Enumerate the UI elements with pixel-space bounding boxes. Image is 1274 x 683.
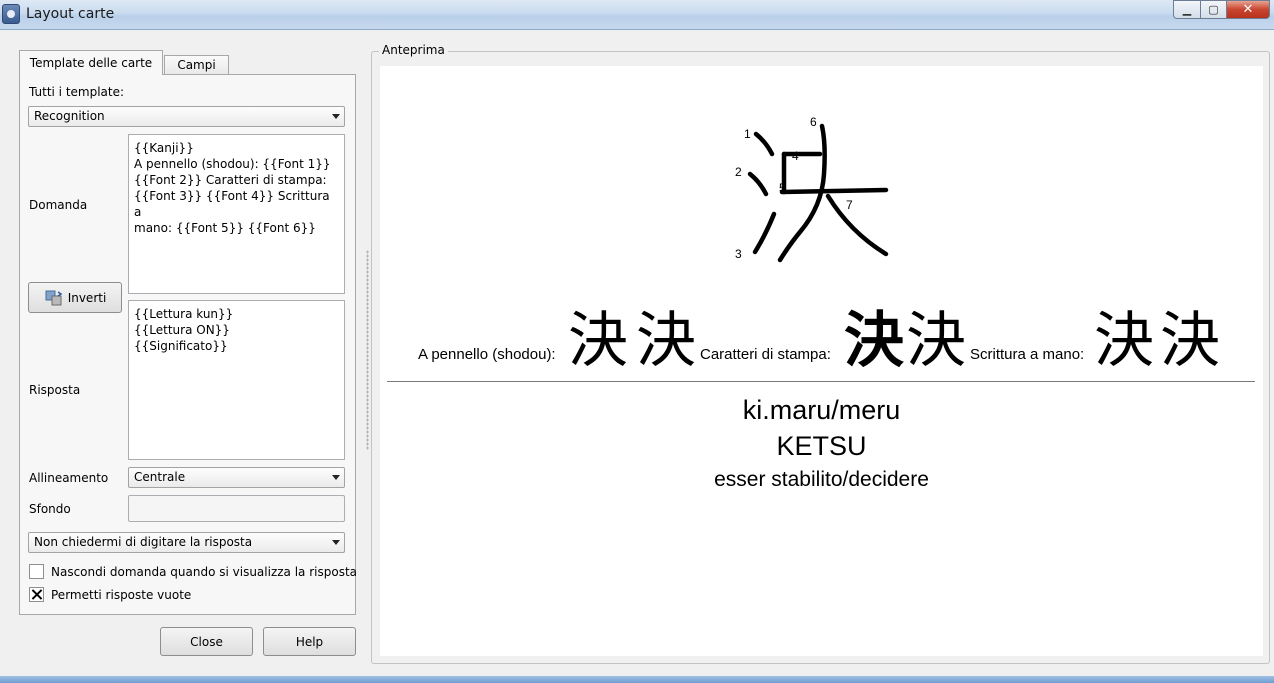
swap-icon <box>45 290 63 305</box>
template-select[interactable]: Recognition <box>28 106 345 127</box>
answer-template-textarea[interactable]: {{Lettura kun}} {{Lettura ON}} {{Signifi… <box>128 300 345 460</box>
chevron-down-icon <box>327 107 344 126</box>
minimize-icon: ▁ <box>1182 3 1192 16</box>
allow-empty-answers-label: Permetti risposte vuote <box>51 588 192 602</box>
alignment-select[interactable]: Centrale <box>128 467 345 488</box>
brush-label: A pennello (shodou): <box>418 346 556 363</box>
font-samples-row: A pennello (shodou): 決 決 Caratteri di st… <box>380 304 1263 376</box>
tab-fields[interactable]: Campi <box>164 55 229 74</box>
hand-kanji-2: 決 <box>1160 306 1220 376</box>
brush-kanji-2: 決 <box>636 306 696 376</box>
close-window-button[interactable]: ✕ <box>1226 0 1270 19</box>
taskbar-edge <box>0 676 1274 683</box>
app-icon <box>2 4 20 24</box>
title-bar: Layout carte ▁ ▢ ✕ <box>0 0 1274 30</box>
stroke-number: 4 <box>792 149 799 163</box>
stroke-number: 3 <box>735 247 742 261</box>
chevron-down-icon <box>327 468 344 487</box>
print-label: Caratteri di stampa: <box>700 346 831 363</box>
preview-group-title: Anteprima <box>379 43 448 57</box>
all-templates-label: Tutti i template: <box>29 85 125 99</box>
question-template-textarea[interactable]: {{Kanji}} A pennello (shodou): {{Font 1}… <box>128 134 345 294</box>
handwriting-label: Scrittura a mano: <box>970 346 1085 363</box>
stroke-number: 6 <box>810 115 817 129</box>
stroke-number: 2 <box>735 165 742 179</box>
window-title: Layout carte <box>26 6 115 22</box>
typing-answer-select[interactable]: Non chiedermi di digitare la risposta <box>28 532 345 553</box>
splitter-handle[interactable] <box>366 250 369 450</box>
maximize-icon: ▢ <box>1208 3 1219 16</box>
question-label: Domanda <box>29 198 88 212</box>
kun-reading: ki.maru/meru <box>742 395 901 425</box>
hide-question-label: Nascondi domanda quando si visualizza la… <box>51 565 358 579</box>
alignment-label: Allineamento <box>29 471 109 485</box>
window-controls: ▁ ▢ ✕ <box>1173 0 1270 19</box>
card-preview: 1 2 3 4 5 6 7 A pennello (shodou): 決 決 C… <box>380 66 1263 656</box>
on-reading: KETSU <box>776 431 867 461</box>
meaning: esser stabilito/decidere <box>714 468 929 491</box>
print-kanji-1: 決 <box>844 306 904 376</box>
stroke-number: 1 <box>744 127 751 141</box>
typing-answer-select-value: Non chiedermi di digitare la risposta <box>34 535 253 549</box>
tab-card-templates[interactable]: Template delle carte <box>19 50 163 75</box>
alignment-select-value: Centrale <box>134 470 186 484</box>
print-kanji-2: 決 <box>906 306 966 376</box>
close-icon: ✕ <box>1242 2 1254 17</box>
background-input[interactable] <box>128 495 345 522</box>
answer-label: Risposta <box>29 383 81 397</box>
chevron-down-icon <box>327 533 344 552</box>
invert-button[interactable]: Inverti <box>28 282 122 313</box>
minimize-button[interactable]: ▁ <box>1173 0 1200 19</box>
allow-empty-answers-checkbox[interactable] <box>29 587 44 602</box>
close-button[interactable]: Close <box>160 627 253 656</box>
template-select-value: Recognition <box>34 109 105 123</box>
maximize-button[interactable]: ▢ <box>1200 0 1226 19</box>
background-label: Sfondo <box>29 502 71 516</box>
invert-button-label: Inverti <box>67 290 107 305</box>
stroke-number: 5 <box>779 181 786 195</box>
stroke-order-kanji: 1 2 3 4 5 6 7 <box>735 115 889 263</box>
question-answer-divider <box>387 381 1255 382</box>
hand-kanji-1: 決 <box>1094 306 1154 376</box>
help-button[interactable]: Help <box>263 627 356 656</box>
brush-kanji-1: 決 <box>568 306 628 376</box>
stroke-number: 7 <box>846 198 853 212</box>
hide-question-checkbox[interactable] <box>29 564 44 579</box>
